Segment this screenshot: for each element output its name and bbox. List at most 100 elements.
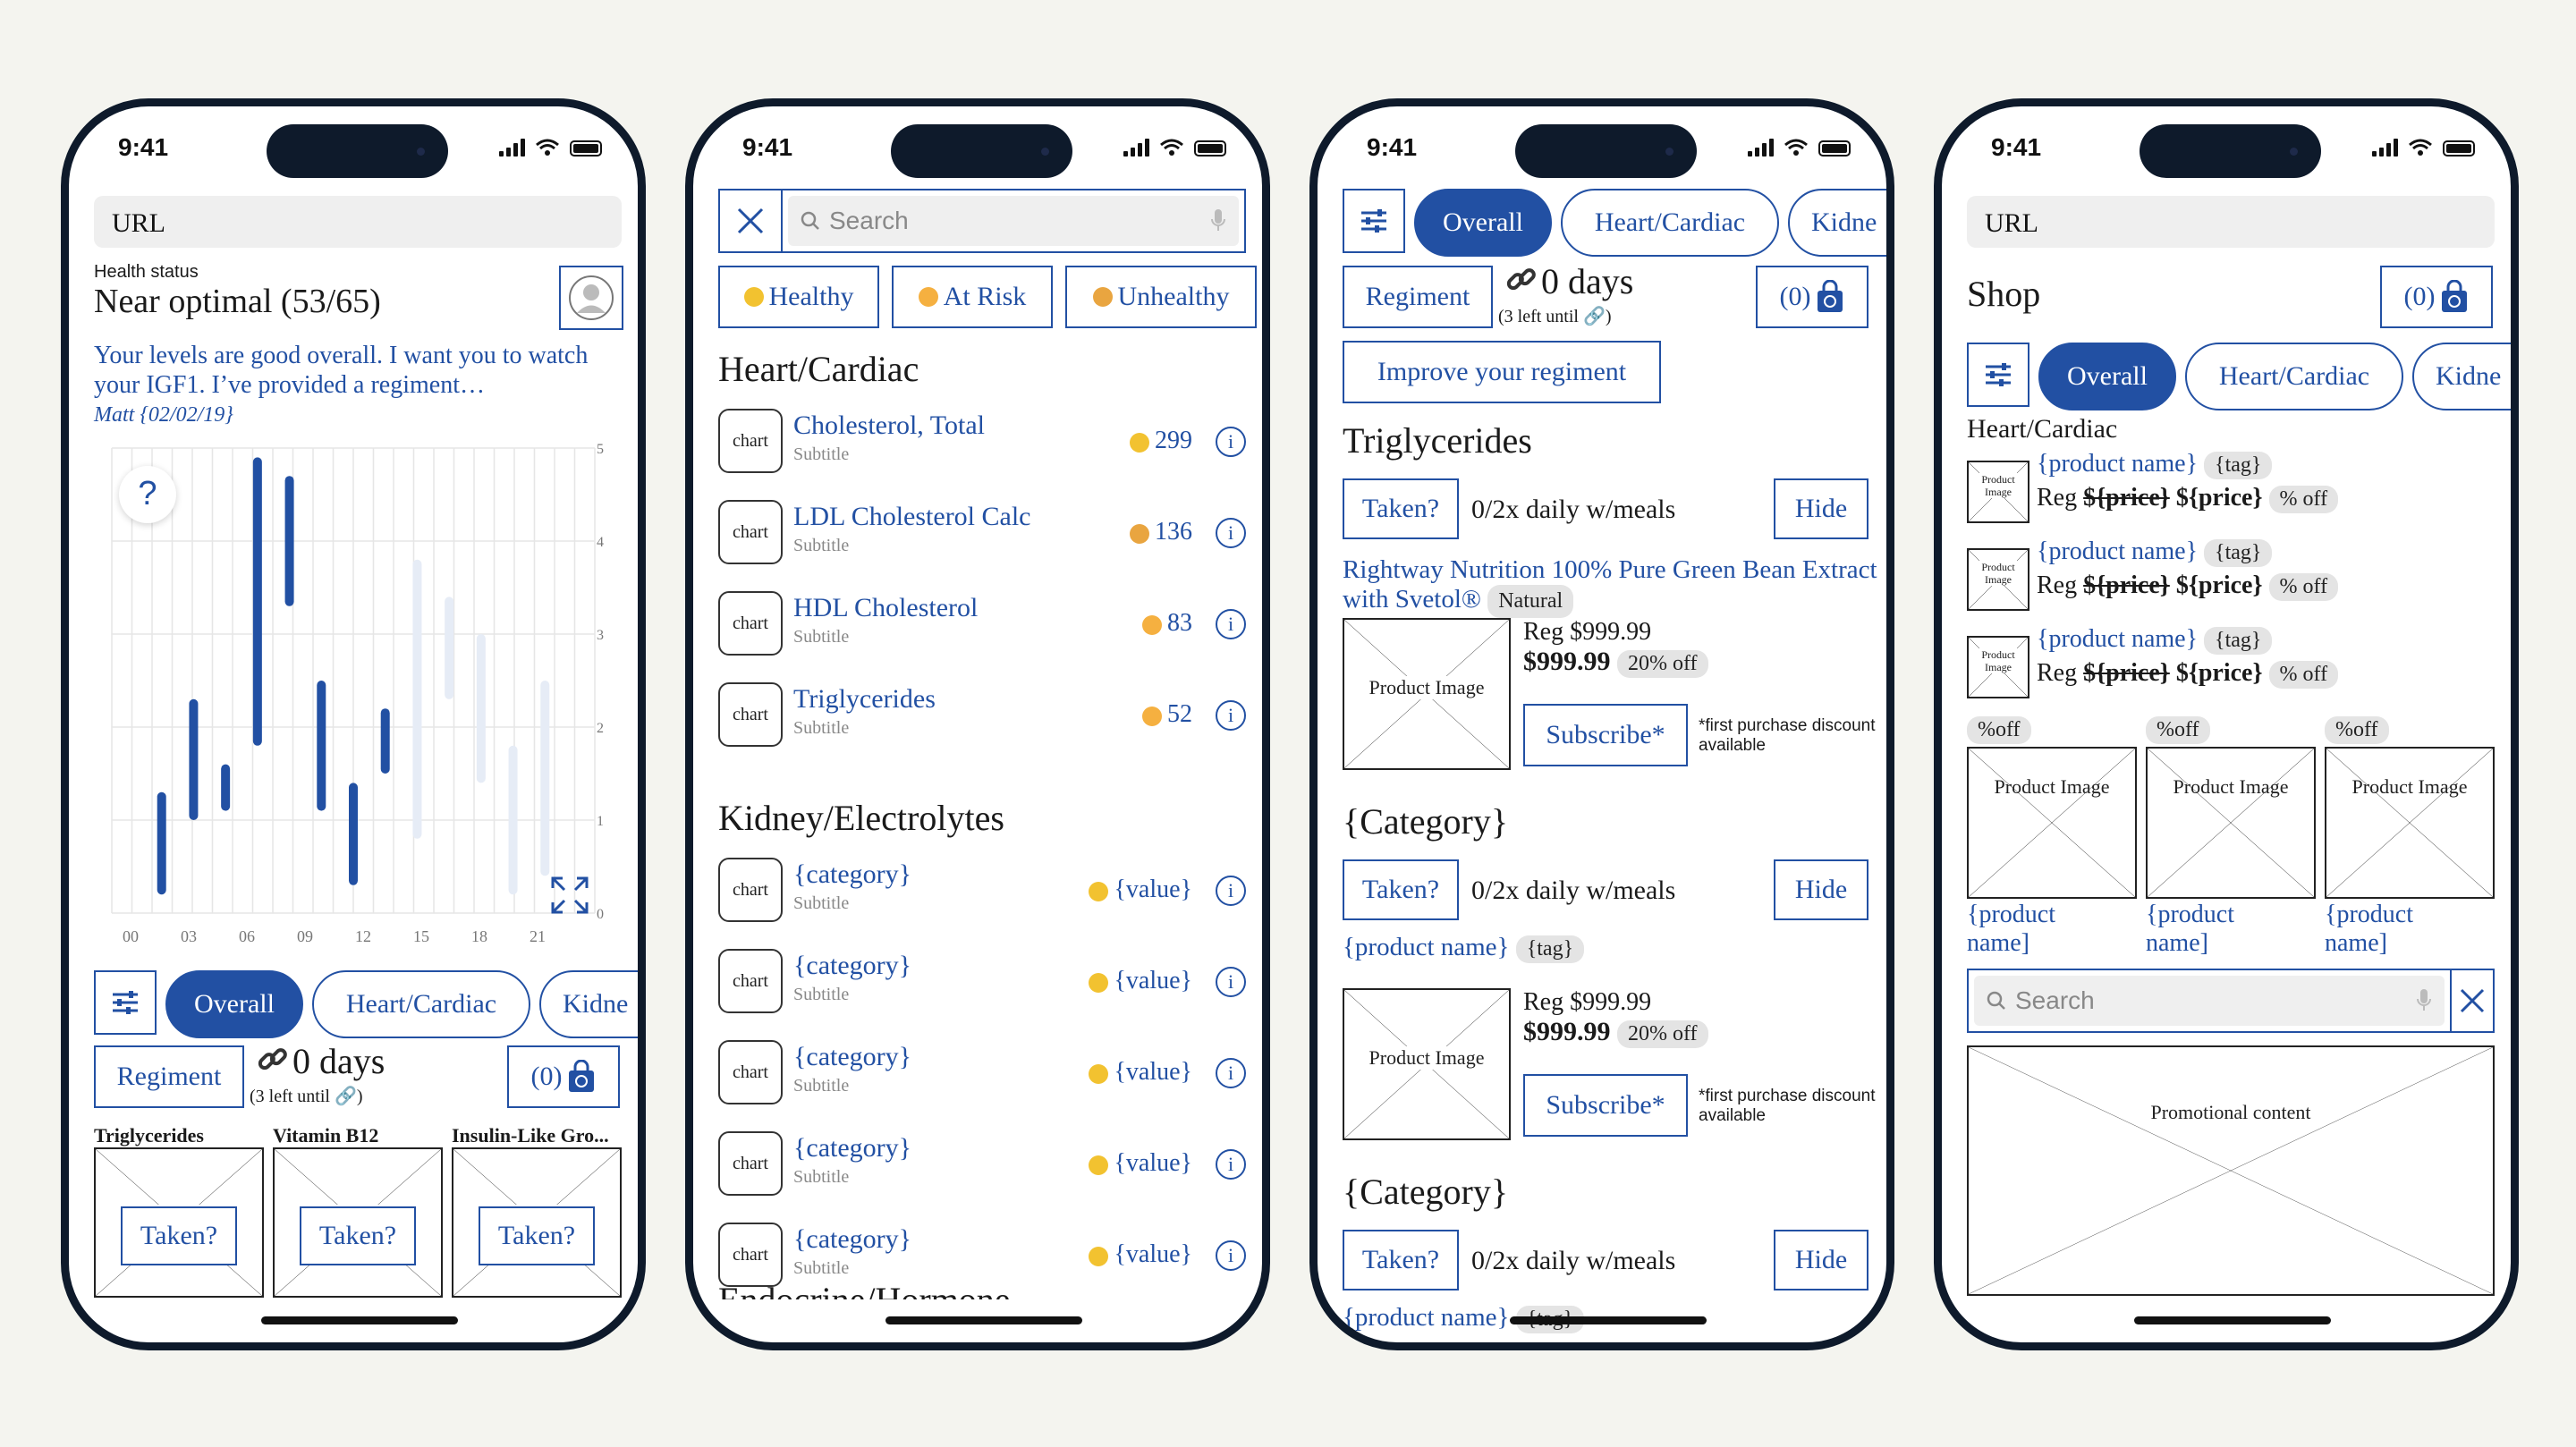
chart-thumbnail[interactable]: chart <box>718 409 783 473</box>
filter-at-risk[interactable]: At Risk <box>892 266 1053 328</box>
biomarker-name[interactable]: Triglycerides <box>793 684 936 715</box>
subscribe-button[interactable]: Subscribe* <box>1523 1074 1688 1137</box>
chart-thumbnail[interactable]: chart <box>718 858 783 922</box>
info-icon[interactable]: i <box>1216 1240 1246 1271</box>
avatar[interactable] <box>559 266 623 330</box>
biomarker-name[interactable]: LDL Cholesterol Calc <box>793 502 1031 532</box>
info-icon[interactable]: i <box>1216 876 1246 906</box>
tab-kidney[interactable]: Kidne <box>539 970 638 1038</box>
subscribe-button[interactable]: Subscribe* <box>1523 704 1688 766</box>
tab-heart-cardiac[interactable]: Heart/Cardiac <box>2185 343 2403 410</box>
cart-button[interactable]: (0) <box>507 1045 620 1108</box>
shopping-bag-icon <box>1818 280 1843 312</box>
biomarker-name[interactable]: {category} <box>793 951 911 981</box>
chart-range-bar[interactable] <box>540 681 550 876</box>
hide-button[interactable]: Hide <box>1774 478 1868 539</box>
product-name-link[interactable]: {product name} {tag} <box>2037 625 2273 655</box>
cart-button[interactable]: (0) <box>1756 266 1868 328</box>
tab-heart-cardiac[interactable]: Heart/Cardiac <box>312 970 530 1038</box>
product-name-link[interactable]: {product name} {tag} <box>1343 933 1585 963</box>
regiment-button[interactable]: Regiment <box>94 1045 244 1108</box>
clear-search-button[interactable] <box>2450 969 2495 1033</box>
discount-tag: % off <box>2268 573 2339 601</box>
expand-icon[interactable] <box>550 876 589 915</box>
doctor-message[interactable]: Your levels are good overall. I want you… <box>94 341 631 400</box>
grid-product-name[interactable]: {product name] <box>2325 901 2477 958</box>
search-input[interactable]: Search <box>2015 986 2416 1015</box>
cart-button[interactable]: (0) <box>2380 266 2493 328</box>
biomarker-name[interactable]: {category} <box>793 1042 911 1072</box>
filter-unhealthy[interactable]: Unhealthy <box>1065 266 1257 328</box>
product-name-link[interactable]: Rightway Nutrition 100% Pure Green Bean … <box>1343 555 1879 618</box>
tab-overall[interactable]: Overall <box>1414 189 1552 257</box>
chart-x-tick: 09 <box>297 927 313 945</box>
hide-button[interactable]: Hide <box>1774 859 1868 920</box>
chart-range-bar[interactable] <box>221 764 231 811</box>
chart-range-bar[interactable] <box>157 791 166 895</box>
filter-healthy[interactable]: Healthy <box>718 266 879 328</box>
taken-button[interactable]: Taken? <box>1343 478 1459 539</box>
info-icon[interactable]: i <box>1216 609 1246 639</box>
search-field[interactable]: Search <box>781 189 1246 253</box>
chart-thumbnail[interactable]: chart <box>718 682 783 747</box>
chart-range-bar[interactable] <box>284 476 294 606</box>
chart-thumbnail[interactable]: chart <box>718 949 783 1013</box>
chart-thumbnail[interactable]: chart <box>718 1040 783 1104</box>
chart-range-bar[interactable] <box>412 559 422 839</box>
biomarker-name[interactable]: {category} <box>793 1224 911 1255</box>
biomarker-name[interactable]: {category} <box>793 859 911 890</box>
taken-button[interactable]: Taken? <box>1343 1230 1459 1290</box>
taken-button[interactable]: Taken? <box>479 1206 595 1265</box>
product-name-link[interactable]: {product name} {tag} <box>2037 450 2273 479</box>
taken-button[interactable]: Taken? <box>121 1206 237 1265</box>
chart-range-bar[interactable] <box>476 634 486 783</box>
chart-thumbnail[interactable]: chart <box>718 591 783 656</box>
hide-button[interactable]: Hide <box>1774 1230 1868 1290</box>
chart-range-bar[interactable] <box>189 698 199 820</box>
improve-regiment-button[interactable]: Improve your regiment <box>1343 341 1661 403</box>
chart-range-bar[interactable] <box>317 681 326 811</box>
chart-range-bar[interactable] <box>380 708 390 774</box>
chart-help-button[interactable]: ? <box>119 466 176 523</box>
chart-range-bar[interactable] <box>349 783 358 885</box>
info-icon[interactable]: i <box>1216 1058 1246 1088</box>
filter-button[interactable] <box>1343 189 1405 253</box>
chart-thumbnail[interactable]: chart <box>718 500 783 564</box>
tab-kidney[interactable]: Kidne <box>1788 189 1886 257</box>
grid-product-name[interactable]: {product name] <box>1967 901 2119 958</box>
chart-range-bar[interactable] <box>508 745 518 895</box>
info-icon[interactable]: i <box>1216 967 1246 997</box>
taken-button[interactable]: Taken? <box>1343 859 1459 920</box>
info-icon[interactable]: i <box>1216 1149 1246 1180</box>
biomarker-name[interactable]: {category} <box>793 1133 911 1164</box>
promo-banner[interactable]: Promotional content <box>1967 1045 2495 1296</box>
microphone-icon[interactable] <box>1210 208 1226 233</box>
regiment-button[interactable]: Regiment <box>1343 266 1493 328</box>
biomarker-name[interactable]: HDL Cholesterol <box>793 593 978 623</box>
chart-thumbnail[interactable]: chart <box>718 1131 783 1196</box>
tab-overall[interactable]: Overall <box>165 970 303 1038</box>
close-search-button[interactable] <box>718 189 783 253</box>
product-name-link[interactable]: {product name} {tag} <box>2037 537 2273 567</box>
tab-kidney[interactable]: Kidne <box>2412 343 2511 410</box>
chart-range-bar[interactable] <box>445 597 454 699</box>
info-icon[interactable]: i <box>1216 700 1246 731</box>
filter-button[interactable] <box>1967 343 2029 407</box>
chart-y-tick: 1 <box>597 814 604 829</box>
microphone-icon[interactable] <box>2416 988 2432 1013</box>
filter-button[interactable] <box>94 970 157 1035</box>
tab-heart-cardiac[interactable]: Heart/Cardiac <box>1561 189 1779 257</box>
tab-overall[interactable]: Overall <box>2038 343 2176 410</box>
info-icon[interactable]: i <box>1216 518 1246 548</box>
taken-button[interactable]: Taken? <box>300 1206 416 1265</box>
biomarker-name[interactable]: Cholesterol, Total <box>793 410 985 441</box>
info-icon[interactable]: i <box>1216 427 1246 457</box>
search-field[interactable]: Search <box>1967 969 2452 1033</box>
chart-range-bar[interactable] <box>252 457 262 746</box>
url-bar[interactable]: URL <box>94 196 622 248</box>
search-input[interactable]: Search <box>829 207 1210 235</box>
battery-icon <box>1818 140 1851 157</box>
link-icon <box>1506 268 1536 291</box>
url-bar[interactable]: URL <box>1967 196 2495 248</box>
grid-product-name[interactable]: {product name] <box>2146 901 2298 958</box>
